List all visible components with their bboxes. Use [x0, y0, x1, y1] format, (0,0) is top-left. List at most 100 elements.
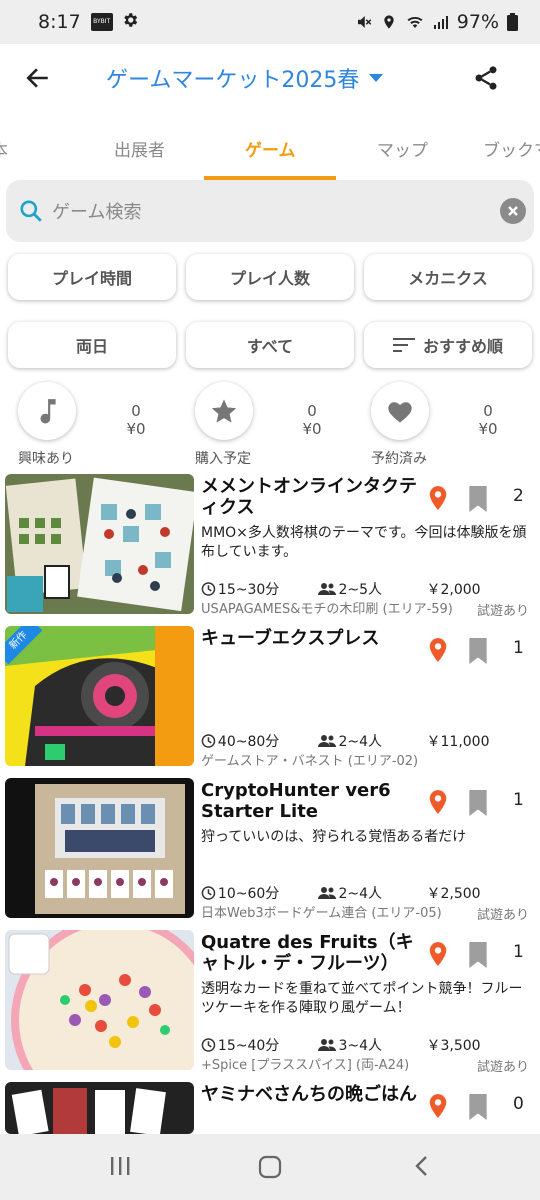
arrow-left-icon	[26, 68, 48, 88]
game-thumbnail	[5, 1082, 194, 1134]
clock-icon	[201, 582, 216, 596]
game-description: MMO×多人数将棋のテーマです。今回は体験版を頒布しています。	[201, 525, 527, 560]
stat-amount-interested: ¥0	[126, 420, 146, 438]
clock-icon	[201, 734, 216, 748]
event-selector[interactable]: ゲームマーケット2025春	[106, 60, 384, 96]
sort-icon	[392, 338, 415, 352]
search-input[interactable]: ゲーム検索	[52, 198, 141, 224]
bookmark-icon[interactable]	[467, 638, 489, 664]
exhibitor-name: +Spice [プラススパイス] (両-A24)	[201, 1058, 410, 1073]
stat-amount-planned: ¥0	[302, 420, 322, 438]
mute-icon	[355, 13, 373, 31]
bookmark-count: 1	[513, 942, 524, 962]
reserved-button[interactable]	[371, 382, 429, 440]
home-icon[interactable]	[257, 1154, 283, 1180]
clear-search-button[interactable]	[500, 198, 526, 224]
play-time: 40~80分	[217, 734, 280, 750]
game-card[interactable]: Quatre des Fruits（キャトル・デ・フルーツ） 1 透明なカードを…	[5, 930, 535, 1075]
filter-day[interactable]: 両日	[8, 322, 176, 368]
people-icon	[318, 1039, 337, 1051]
game-description: 狩っていいのは、狩られる覚悟ある者だけ	[201, 829, 467, 845]
game-name: キューブエクスプレス	[201, 628, 380, 649]
map-pin-icon[interactable]	[427, 1094, 449, 1120]
game-meta: 40~80分 2~4人 ￥11,000	[201, 731, 501, 751]
star-icon	[211, 399, 237, 423]
battery-percent: 97%	[456, 11, 499, 33]
share-button[interactable]	[466, 58, 506, 98]
game-thumbnail	[5, 474, 194, 614]
game-thumbnail: 新作	[5, 626, 194, 766]
stat-count-reserved: 0	[483, 402, 493, 420]
caret-down-icon	[369, 74, 384, 82]
stat-count-interested: 0	[131, 402, 141, 420]
player-count: 2~5人	[338, 582, 383, 598]
battery-icon	[507, 13, 518, 31]
stat-amount-reserved: ¥0	[478, 420, 498, 438]
interested-button[interactable]	[18, 382, 76, 440]
music-note-icon	[40, 399, 56, 424]
tab-exhibitors[interactable]: 出展者	[114, 136, 165, 161]
bookmark-icon[interactable]	[467, 1094, 489, 1120]
filter-play-time[interactable]: プレイ時間	[8, 254, 176, 300]
stat-label-planned: 購入予定	[195, 451, 251, 467]
game-name: CryptoHunter ver6 Starter Lite	[201, 780, 391, 822]
filter-player-count[interactable]: プレイ人数	[186, 254, 354, 300]
game-thumbnail	[5, 930, 194, 1070]
filter-mechanics[interactable]: メカニクス	[364, 254, 532, 300]
tab-bookmarks[interactable]: ブックマーク	[483, 136, 540, 161]
tab-map[interactable]: マップ	[377, 136, 428, 161]
back-button[interactable]	[20, 60, 56, 96]
app-bar: ゲームマーケット2025春	[0, 44, 540, 112]
people-icon	[318, 735, 337, 747]
back-nav-icon[interactable]	[410, 1154, 434, 1178]
play-time: 10~60分	[217, 886, 280, 902]
bookmark-count: 0	[513, 1094, 524, 1114]
game-thumbnail	[5, 778, 194, 918]
tab-games[interactable]: ゲーム	[245, 136, 296, 161]
close-icon	[508, 206, 518, 216]
player-count: 2~4人	[338, 886, 383, 902]
price: ￥11,000	[426, 734, 490, 750]
system-nav-bar	[0, 1134, 540, 1200]
trial-badge: 試遊あり	[476, 908, 529, 923]
game-name: Quatre des Fruits（キャトル・デ・フルーツ）	[201, 932, 414, 974]
bookmark-icon[interactable]	[467, 942, 489, 968]
map-pin-icon[interactable]	[427, 638, 449, 664]
status-time: 8:17	[38, 11, 81, 33]
exhibitor-name: USAPAGAMES&モチの木印刷 (エリア-59)	[201, 602, 453, 617]
status-bar: 8:17 BYBIT 97%	[0, 0, 540, 44]
bookmark-count: 2	[513, 486, 524, 506]
price: ￥2,000	[426, 582, 481, 598]
bookmark-icon[interactable]	[467, 486, 489, 512]
bookmark-count: 1	[513, 790, 524, 810]
game-meta: 10~60分 2~4人 ￥2,500	[201, 883, 501, 903]
clock-icon	[201, 886, 216, 900]
game-description: 透明なカードを重ねて並べてポイント競争！フルーツケーキを作る陣取り風ゲーム！	[201, 981, 523, 1016]
clock-icon	[201, 1038, 216, 1052]
bybit-icon: BYBIT	[90, 13, 113, 31]
sort-button[interactable]: おすすめ順	[364, 322, 532, 368]
game-meta: 15~40分 3~4人 ￥3,500	[201, 1035, 501, 1055]
tab-basic[interactable]: 基本	[0, 136, 8, 161]
page-title: ゲームマーケット2025春	[106, 68, 360, 93]
game-card[interactable]: 新作 キューブエクスプレス 1 40~80分 2~4人 ￥11,000 ゲームス…	[5, 626, 535, 769]
filter-category[interactable]: すべて	[186, 322, 354, 368]
bookmark-icon[interactable]	[467, 790, 489, 816]
planned-button[interactable]	[195, 382, 253, 440]
stat-label-reserved: 予約済み	[371, 451, 427, 467]
play-time: 15~40分	[217, 1038, 280, 1054]
stat-count-planned: 0	[307, 402, 317, 420]
search-bar[interactable]: ゲーム検索	[6, 180, 534, 242]
exhibitor-name: ゲームストア・バネスト (エリア-02)	[201, 754, 419, 769]
game-card[interactable]: メメントオンラインタクティクス 2 MMO×多人数将棋のテーマです。今回は体験版…	[5, 474, 535, 619]
game-card[interactable]: CryptoHunter ver6 Starter Lite 1 狩っていいのは…	[5, 778, 535, 923]
map-pin-icon[interactable]	[427, 486, 449, 512]
trial-badge: 試遊あり	[476, 1060, 529, 1075]
people-icon	[318, 887, 337, 899]
recent-apps-icon[interactable]	[108, 1154, 132, 1178]
game-card[interactable]: ヤミナベさんちの晩ごはん 0	[5, 1082, 535, 1134]
game-name: ヤミナベさんちの晩ごはん	[201, 1084, 417, 1105]
map-pin-icon[interactable]	[427, 942, 449, 968]
location-icon	[381, 13, 397, 31]
map-pin-icon[interactable]	[427, 790, 449, 816]
